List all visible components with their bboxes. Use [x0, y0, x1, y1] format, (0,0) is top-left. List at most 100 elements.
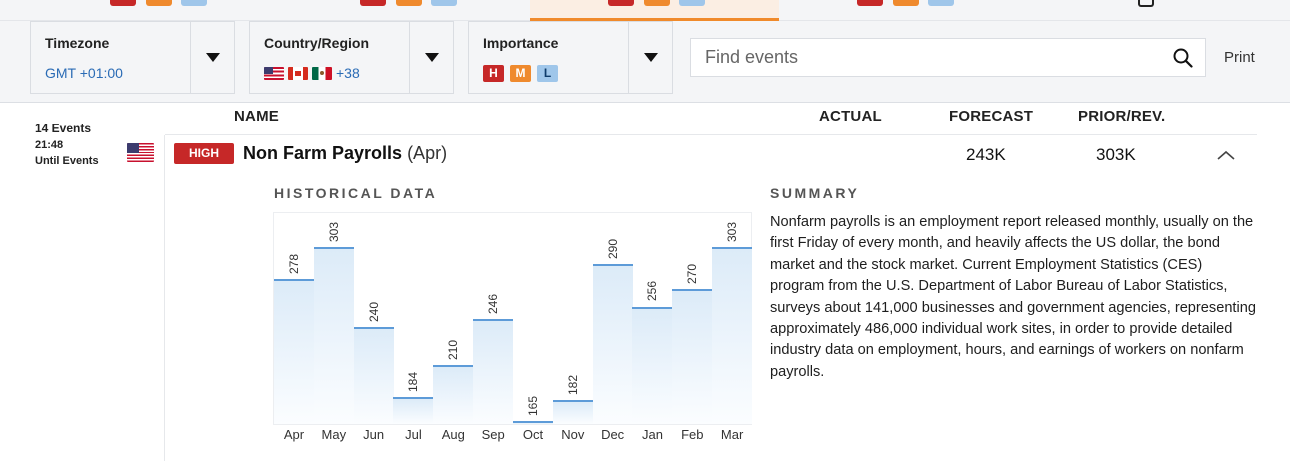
event-name: Non Farm Payrolls: [243, 143, 403, 163]
search-input[interactable]: [691, 47, 1161, 68]
x-axis-tick-label: Feb: [681, 427, 704, 442]
chart-bar[interactable]: [274, 278, 314, 424]
us-flag-icon: [127, 143, 154, 162]
summary-title: SUMMARY: [770, 185, 860, 201]
chevron-up-icon[interactable]: [1216, 148, 1236, 162]
bar-value-label: 270: [685, 263, 700, 284]
column-header-prior: PRIOR/REV.: [1078, 108, 1166, 125]
medium-count-pill: [893, 0, 919, 6]
importance-high-badge: H: [483, 65, 504, 82]
medium-count-pill: [146, 0, 172, 6]
chart-bar[interactable]: [313, 247, 354, 424]
timezone-dropdown-button[interactable]: [190, 22, 234, 93]
importance-label: Importance: [483, 35, 559, 51]
bar-value-label: 240: [366, 301, 381, 322]
importance-dropdown-button[interactable]: [628, 22, 672, 93]
importance-low-badge: L: [537, 65, 558, 82]
medium-count-pill: [644, 0, 670, 6]
summary-text: Nonfarm payrolls is an employment report…: [770, 214, 1256, 380]
chart-bar[interactable]: [552, 400, 593, 424]
x-axis-tick-label: Jun: [363, 427, 385, 442]
x-axis-tick-label: Oct: [522, 427, 544, 442]
search-box: [690, 38, 1206, 77]
category-tab-strip: [0, 0, 1290, 21]
chart-bar[interactable]: [393, 397, 434, 424]
bar-value-label: 303: [725, 222, 740, 243]
importance-medium-badge: M: [510, 65, 531, 82]
high-count-pill: [110, 0, 136, 6]
x-axis-tick-label: Dec: [601, 427, 625, 442]
bar-value-label: 278: [287, 253, 301, 274]
events-count: 14 Events: [35, 124, 92, 134]
column-header-name: NAME: [234, 108, 279, 125]
x-axis-tick-label: May: [321, 427, 347, 442]
chart-bar[interactable]: [433, 364, 474, 424]
chart-bar[interactable]: [712, 247, 753, 424]
time-column-divider: [164, 135, 165, 461]
bar-value-label: 165: [525, 396, 540, 417]
event-country-flag: [127, 143, 154, 162]
chart-bar[interactable]: [592, 263, 633, 424]
bar-value-label: 210: [446, 339, 461, 360]
country-value: +38: [264, 65, 409, 81]
bar-value-label: 303: [326, 222, 341, 243]
caret-down-icon: [205, 53, 220, 62]
event-title[interactable]: Non Farm Payrolls (Apr): [243, 143, 447, 164]
medium-count-pill: [396, 0, 422, 6]
bar-value-label: 246: [486, 294, 501, 315]
active-day-tab[interactable]: [530, 0, 779, 21]
importance-value: H M L: [483, 65, 628, 82]
search-icon[interactable]: [1161, 39, 1205, 76]
historical-bar-chart: 278 303 240 184 210 246 165 182 290 256 270 303: [273, 212, 753, 425]
header-divider: [165, 134, 1257, 135]
chart-bar[interactable]: [512, 421, 553, 424]
bar-value-label: 184: [406, 372, 421, 393]
mexico-flag-icon: [312, 66, 332, 80]
countdown-label: Until Events: [35, 155, 99, 167]
low-count-pill: [431, 0, 457, 6]
caret-down-icon: [643, 53, 658, 62]
country-label: Country/Region: [264, 35, 369, 51]
low-count-pill: [679, 0, 705, 6]
column-header-forecast: FORECAST: [949, 108, 1034, 125]
filter-bar: Timezone GMT +01:00 Country/Region +38 I…: [0, 21, 1290, 103]
prior-value: 303K: [1096, 145, 1136, 164]
caret-down-icon: [424, 53, 439, 62]
country-filter[interactable]: Country/Region +38: [249, 21, 454, 94]
importance-badge: HIGH: [174, 143, 234, 164]
canada-flag-icon: [288, 66, 308, 80]
print-button[interactable]: Print: [1224, 49, 1255, 66]
timezone-label: Timezone: [45, 35, 110, 51]
calendar-icon[interactable]: [1138, 0, 1154, 7]
x-axis-tick-label: Nov: [561, 427, 585, 442]
country-more-count: +38: [336, 65, 360, 81]
bar-value-label: 290: [605, 238, 620, 259]
x-axis-tick-label: Sep: [481, 427, 505, 442]
column-header-actual: ACTUAL: [819, 108, 882, 125]
chart-bar[interactable]: [353, 326, 394, 424]
timezone-filter[interactable]: Timezone GMT +01:00: [30, 21, 235, 94]
x-axis-tick-label: Apr: [283, 427, 305, 442]
chart-bar[interactable]: [632, 306, 673, 424]
forecast-value: 243K: [966, 145, 1006, 164]
x-axis-tick-label: Jan: [641, 427, 663, 442]
us-flag-icon: [264, 66, 284, 80]
x-axis-tick-label: Mar: [720, 427, 744, 442]
bar-value-label: 256: [645, 281, 660, 302]
x-axis-tick-label: Aug: [441, 427, 465, 442]
event-period: (Apr): [407, 143, 448, 163]
chart-bar[interactable]: [473, 319, 514, 424]
chart-bar[interactable]: [672, 288, 713, 424]
high-count-pill: [360, 0, 386, 6]
historical-data-title: HISTORICAL DATA: [274, 185, 438, 201]
bar-value-label: 182: [565, 374, 580, 395]
low-count-pill: [181, 0, 207, 6]
low-count-pill: [928, 0, 954, 6]
country-dropdown-button[interactable]: [409, 22, 453, 93]
high-count-pill: [857, 0, 883, 6]
timezone-value: GMT +01:00: [45, 65, 123, 81]
high-count-pill: [608, 0, 634, 6]
countdown-time: 21:48: [35, 139, 64, 151]
x-axis-tick-label: Jul: [405, 427, 422, 442]
importance-filter[interactable]: Importance H M L: [468, 21, 673, 94]
